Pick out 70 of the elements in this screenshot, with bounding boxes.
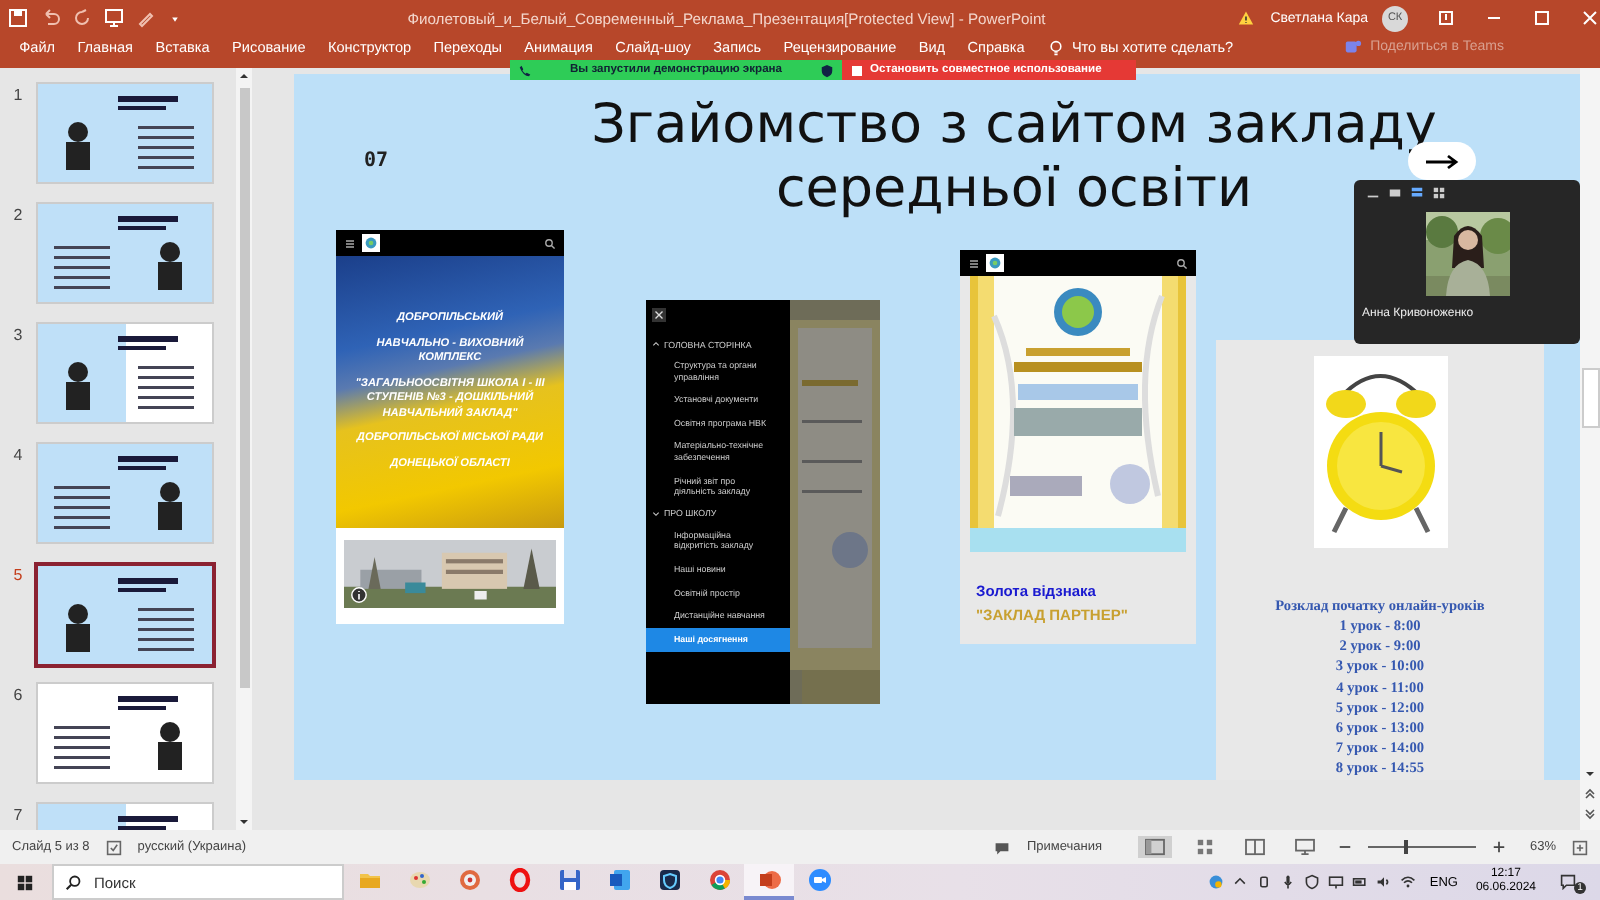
slide-number: 2 <box>11 204 25 224</box>
grid-view-icon[interactable] <box>1432 186 1446 200</box>
slide-number: 4 <box>11 444 25 464</box>
microphone-icon[interactable] <box>1279 874 1296 890</box>
next-slide-icon[interactable] <box>1582 806 1598 822</box>
lightbulb-icon <box>1047 39 1064 55</box>
taskbar-app-button[interactable] <box>744 864 794 900</box>
slide-title-line: Згайомство з сайтом закладу <box>591 94 1437 158</box>
weather-icon[interactable] <box>1207 874 1224 890</box>
document-icon <box>607 868 631 892</box>
zoom-out-icon[interactable] <box>1337 840 1352 854</box>
slide-number: 3 <box>11 324 25 344</box>
slide-number: 7 <box>11 804 25 824</box>
search-icon[interactable] <box>1176 257 1188 269</box>
redo-icon[interactable] <box>72 8 92 28</box>
normal-view-icon[interactable] <box>1137 836 1172 858</box>
pen-icon[interactable] <box>136 8 156 28</box>
shield-icon <box>657 868 681 892</box>
arrow-icon <box>1422 151 1462 171</box>
teams-icon <box>1344 38 1363 56</box>
display-icon[interactable] <box>1327 874 1344 890</box>
scroll-down-icon[interactable] <box>1582 766 1598 782</box>
usb-icon[interactable] <box>1255 874 1272 890</box>
slide-title-line: середньої освіти <box>775 158 1253 222</box>
maximize-icon[interactable] <box>1532 8 1552 28</box>
search-icon <box>64 873 82 891</box>
browser-icon <box>707 868 731 892</box>
fit-slide-icon[interactable] <box>1572 839 1588 855</box>
close-icon[interactable] <box>652 308 666 322</box>
speaker-icon[interactable] <box>1375 874 1392 890</box>
slide-number: 1 <box>11 84 25 104</box>
ring-icon <box>507 868 531 892</box>
zoom-in-icon[interactable] <box>1491 840 1506 854</box>
shield-icon <box>820 63 834 77</box>
warning-icon <box>1238 10 1255 26</box>
search-icon[interactable] <box>544 237 556 249</box>
shield-icon[interactable] <box>1303 874 1320 890</box>
save-icon[interactable] <box>8 8 28 28</box>
slide-thumbnail[interactable] <box>34 562 216 668</box>
battery-icon[interactable] <box>1351 874 1368 890</box>
floppy-icon <box>557 868 581 892</box>
disc-icon <box>457 868 481 892</box>
slide-number: 5 <box>11 564 25 584</box>
single-view-icon[interactable] <box>1388 186 1402 200</box>
list-view-icon[interactable] <box>1410 186 1424 200</box>
scrollbar-thumb[interactable] <box>239 88 249 688</box>
folder-icon <box>357 868 381 892</box>
wifi-icon[interactable] <box>1399 874 1416 890</box>
previous-slide-icon[interactable] <box>1582 786 1598 802</box>
video-camera-icon <box>807 868 831 892</box>
comment-icon <box>994 839 1011 855</box>
undo-icon[interactable] <box>40 8 60 28</box>
emblem-icon <box>986 254 1004 272</box>
notification-icon <box>1560 874 1576 890</box>
emblem-icon <box>362 234 380 252</box>
slide-number: 6 <box>11 684 25 704</box>
palette-icon <box>407 868 431 892</box>
menu-icon[interactable] <box>344 237 356 249</box>
slide-page-number: 07 <box>364 150 389 172</box>
menu-icon[interactable] <box>968 257 980 269</box>
ribbon-display-icon[interactable] <box>1436 8 1457 28</box>
scrollbar-thumb[interactable] <box>1581 368 1599 428</box>
slides-icon <box>757 868 781 892</box>
info-icon[interactable] <box>350 586 368 604</box>
phone-icon <box>518 63 532 77</box>
windows-start-icon[interactable] <box>16 873 34 891</box>
spelling-icon[interactable] <box>105 839 122 855</box>
chevron-up-icon[interactable] <box>1231 874 1248 890</box>
presenter-icon[interactable] <box>104 8 124 28</box>
caret-icon <box>652 340 660 348</box>
